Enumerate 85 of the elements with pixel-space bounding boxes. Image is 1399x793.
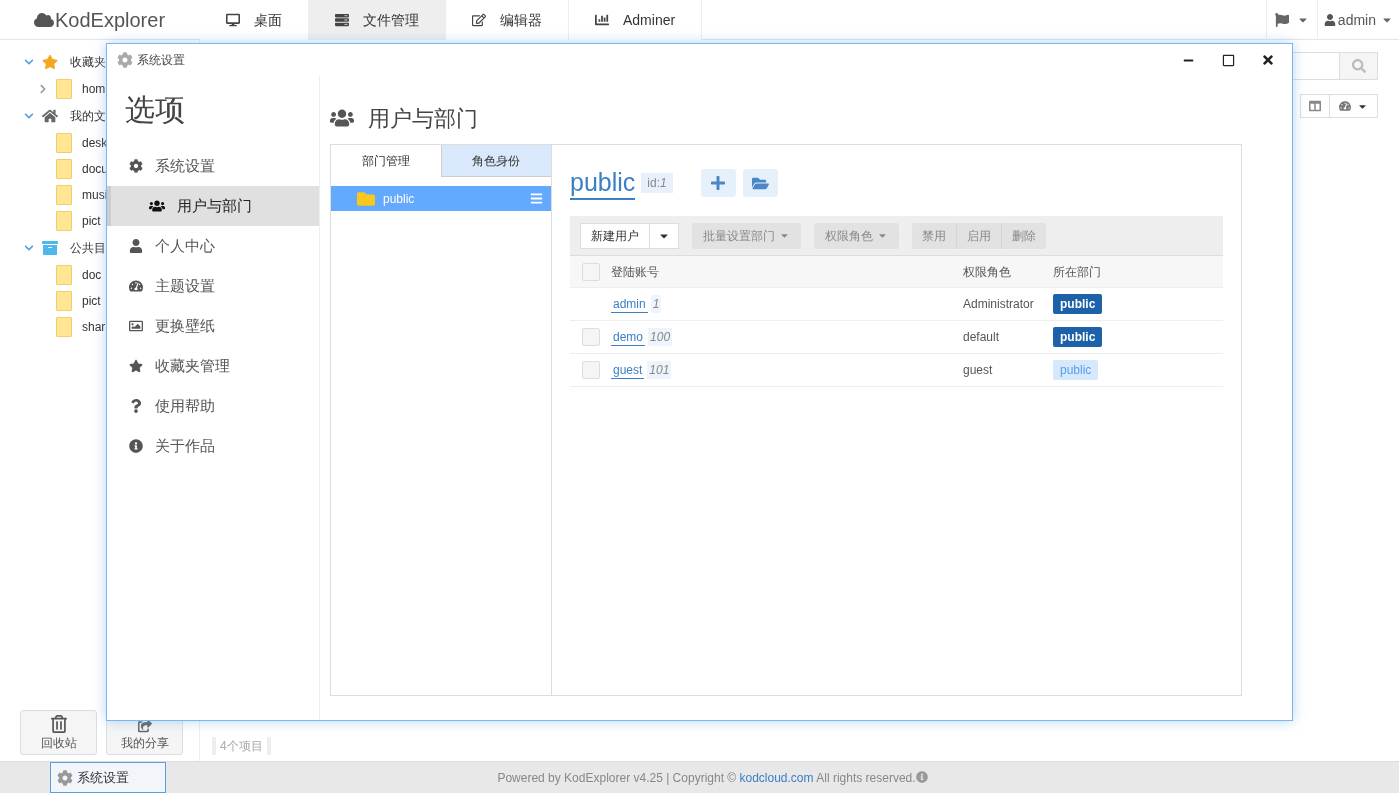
column-header: 权限角色 <box>963 263 1012 281</box>
checkbox[interactable] <box>582 262 600 281</box>
menu-item[interactable]: 使用帮助 <box>107 386 319 426</box>
user-id: 101 <box>647 361 672 379</box>
nav-tab[interactable]: 文件管理 <box>309 0 446 40</box>
dashboard-icon <box>129 279 143 293</box>
group-id: id:1 <box>641 173 673 193</box>
sidebar-heading: 选项 <box>124 92 186 128</box>
user-id: 100 <box>648 328 673 346</box>
folder-icon <box>56 159 72 179</box>
user-icon <box>1323 14 1336 26</box>
add-button[interactable] <box>700 169 736 197</box>
search-icon <box>1351 59 1366 73</box>
menu-icon[interactable] <box>530 192 543 205</box>
drive-icon <box>42 240 58 256</box>
page-title: 用户与部门 <box>368 104 478 133</box>
nav-tab[interactable]: Adminer <box>569 0 703 40</box>
user-menu[interactable]: admin <box>1316 0 1399 40</box>
question-icon <box>129 399 143 413</box>
checkbox[interactable] <box>582 361 600 379</box>
app-logo: KodExplorer <box>55 7 166 33</box>
folder-icon <box>56 185 72 205</box>
edit-icon <box>472 13 486 27</box>
column-header: 登陆账号 <box>611 263 660 281</box>
home-icon <box>42 108 58 124</box>
folder-icon <box>56 317 72 337</box>
open-folder-button[interactable] <box>742 169 778 197</box>
close-icon <box>1261 53 1275 67</box>
info-icon <box>129 439 143 453</box>
user-id: 1 <box>650 295 662 313</box>
trash-icon <box>49 715 68 733</box>
menu-item[interactable]: 主题设置 <box>107 266 319 306</box>
dashboard-icon <box>1339 100 1351 112</box>
menu-item[interactable]: 个人中心 <box>107 226 319 266</box>
layout-button[interactable] <box>1300 94 1330 118</box>
role-cell-text: default <box>963 329 1001 346</box>
search-button[interactable] <box>1339 53 1377 79</box>
menu-item[interactable]: 收藏夹管理 <box>107 346 319 386</box>
folder-icon <box>56 211 72 231</box>
star-icon <box>42 54 58 70</box>
copyright-text: Powered by KodExplorer v4.25 | Copyright © kodcloud.com All rights reserved. <box>497 769 916 787</box>
gear-icon <box>57 769 73 786</box>
share-icon <box>137 719 152 733</box>
monitor-icon <box>226 13 240 27</box>
taskbar-item[interactable]: 系统设置 <box>50 762 166 793</box>
bar-chart-icon <box>595 13 609 27</box>
maximize-icon <box>1221 53 1235 67</box>
nav-tab[interactable]: 桌面 <box>200 0 309 40</box>
dialog-title: 系统设置 <box>137 52 185 69</box>
folder-icon <box>357 189 375 208</box>
folder-icon <box>56 79 72 99</box>
department-tag: public <box>1053 327 1103 347</box>
nav-tab[interactable]: 编辑器 <box>446 0 569 40</box>
panel-tab[interactable]: 角色身份 <box>440 145 551 177</box>
column-header: 所在部门 <box>1053 263 1102 281</box>
info-icon <box>915 770 928 783</box>
sidebar-button[interactable]: 回收站 <box>20 710 97 755</box>
account-link[interactable]: guest <box>611 361 645 379</box>
folder-icon <box>56 133 72 153</box>
columns-icon <box>1309 100 1321 112</box>
folder-icon <box>56 265 72 285</box>
gear-icon <box>129 159 143 173</box>
server-icon <box>335 13 349 27</box>
account-link[interactable]: demo <box>611 328 646 346</box>
star-icon <box>129 359 143 373</box>
department-tag: public <box>1053 294 1103 314</box>
kodcloud-link[interactable]: kodcloud.com <box>739 770 814 785</box>
role-cell-text: Administrator <box>963 296 1035 313</box>
group-name: public <box>570 166 636 200</box>
gear-icon <box>117 52 133 68</box>
theme-button[interactable] <box>1330 94 1378 118</box>
menu-item[interactable]: 用户与部门 <box>107 186 319 226</box>
menu-item[interactable]: 关于作品 <box>107 426 319 466</box>
account-link[interactable]: admin <box>611 295 648 313</box>
user-icon <box>129 239 143 253</box>
plus-icon <box>710 175 727 191</box>
menu-item[interactable]: 更换壁纸 <box>107 306 319 346</box>
checkbox[interactable] <box>582 328 600 346</box>
department-tag: public <box>1053 360 1099 380</box>
flag-icon <box>1274 13 1289 27</box>
image-icon <box>129 319 143 333</box>
item-count: 4个项目 <box>212 737 271 755</box>
folder-icon <box>56 291 72 311</box>
role-cell-text: guest <box>963 362 994 379</box>
users-icon <box>149 198 165 214</box>
